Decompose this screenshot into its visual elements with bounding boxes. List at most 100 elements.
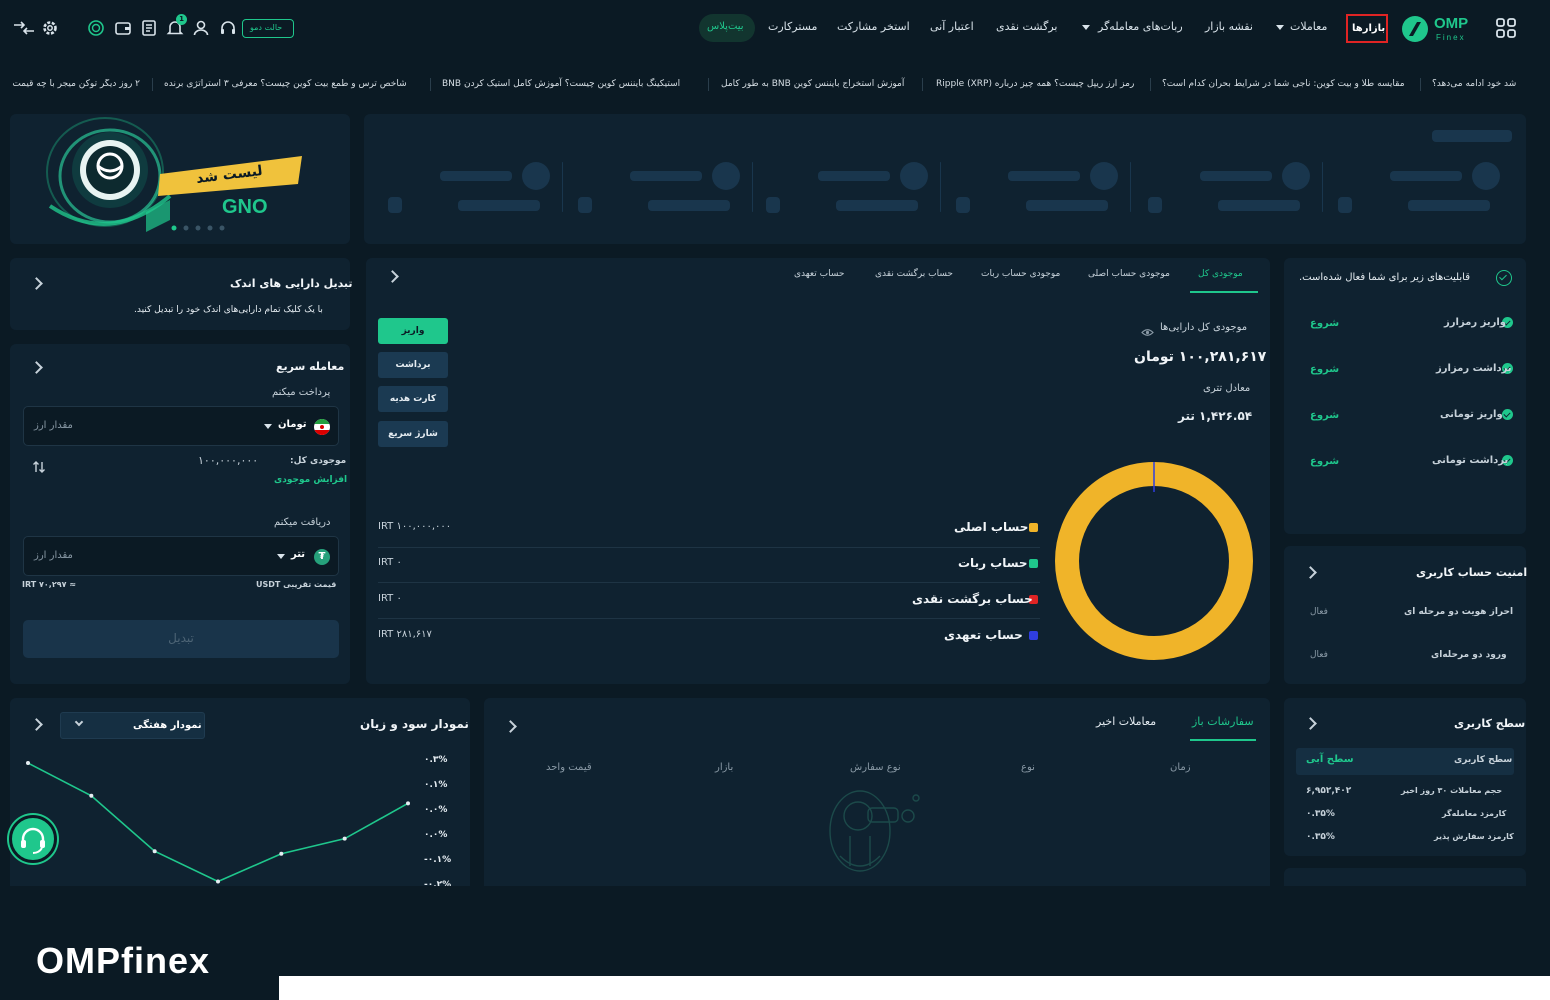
top-navbar: OMP Finex بازارها معاملات نقشه بازار ربا… xyxy=(0,0,1550,58)
ticker-separator xyxy=(922,78,923,91)
nav-market-map[interactable]: نقشه بازار xyxy=(1205,20,1253,33)
quick-charge-button[interactable]: شارژ سریع xyxy=(378,421,448,447)
chevron-left-icon[interactable] xyxy=(30,277,43,290)
level-header-row: سطح کاربری سطح آبی xyxy=(1296,748,1514,775)
skeleton-divider xyxy=(562,162,563,212)
nav-mastercard[interactable]: مسترکارت xyxy=(768,20,817,33)
user-icon[interactable] xyxy=(192,19,210,37)
convert-button[interactable]: تبدیل xyxy=(23,620,339,658)
ticker-item[interactable]: آموزش استخراج بایننس کوین BNB به طور کام… xyxy=(721,79,904,89)
nav-trades[interactable]: معاملات xyxy=(1290,20,1327,33)
support-chat-button[interactable] xyxy=(9,815,57,863)
pay-amount-field[interactable]: مقدار ارز تومان xyxy=(23,406,339,446)
orders-list-icon[interactable] xyxy=(140,19,158,37)
demo-mode-button[interactable]: حالت دمو xyxy=(242,19,294,38)
support-headset-icon[interactable] xyxy=(219,19,237,37)
receive-amount-field[interactable]: مقدار ارز ₮ تتر xyxy=(23,536,339,576)
pnl-data-point[interactable] xyxy=(279,851,284,856)
increase-balance-link[interactable]: افزایش موجودی xyxy=(274,475,347,485)
tab-total-balance[interactable]: موجودی کل xyxy=(1198,269,1243,279)
account-value: ۰ IRT xyxy=(378,593,402,604)
tab-main-account[interactable]: موجودی حساب اصلی xyxy=(1088,269,1170,279)
skeleton-bar xyxy=(836,200,918,211)
nav-cashback[interactable]: برگشت نقدی xyxy=(996,20,1058,33)
settings-gear-icon[interactable] xyxy=(41,19,59,37)
pnl-data-point[interactable] xyxy=(89,793,94,798)
ticker-item[interactable]: مقایسه طلا و بیت کوین: ناجی شما در شرایط… xyxy=(1162,79,1405,89)
y-tick-label: ۰.۰% xyxy=(424,830,447,840)
pnl-line-chart: ۰.۳%۰.۱%۰.۰%۰.۰%-۰.۱%-۰.۲% xyxy=(26,755,451,886)
pnl-data-point[interactable] xyxy=(26,761,30,766)
tab-cashback-account[interactable]: حساب برگشت نقدی xyxy=(875,269,953,279)
listing-coin-name: GNO xyxy=(222,196,268,218)
nav-bitplus-label: بیت‌پلاس xyxy=(707,21,744,32)
feature-start-link[interactable]: شروع xyxy=(1310,318,1339,329)
chevron-left-icon[interactable] xyxy=(1304,566,1317,579)
security-title: امنیت حساب کاربری xyxy=(1416,566,1528,579)
eye-icon[interactable] xyxy=(1141,322,1154,336)
notification-bell-icon[interactable]: 1 xyxy=(166,14,187,37)
tab-commitment-account[interactable]: حساب تعهدی xyxy=(794,269,844,279)
pnl-data-point[interactable] xyxy=(152,849,157,854)
pnl-data-point[interactable] xyxy=(406,801,410,806)
gift-card-button[interactable]: کارت هدیه xyxy=(378,386,448,412)
balance-label: موجودی کل: xyxy=(290,456,347,466)
skeleton-bar xyxy=(1432,130,1512,142)
ticker-separator xyxy=(1150,78,1151,91)
listing-banner[interactable]: لیست شد GNO xyxy=(10,114,350,244)
feature-start-link[interactable]: شروع xyxy=(1310,456,1339,467)
receive-currency[interactable]: تتر xyxy=(291,549,305,560)
headset-icon xyxy=(21,827,45,854)
pay-currency[interactable]: تومان xyxy=(278,419,307,430)
security-item-status: فعال xyxy=(1310,650,1328,660)
chevron-left-icon[interactable] xyxy=(1304,717,1317,730)
ticker-item[interactable]: شاخص ترس و طمع بیت کوین چیست؟ معرفی ۳ اس… xyxy=(164,79,407,89)
chevron-left-icon[interactable] xyxy=(504,720,517,733)
feature-start-link[interactable]: شروع xyxy=(1310,364,1339,375)
bots-caret-icon xyxy=(1082,25,1090,30)
skeleton-coin-circle xyxy=(900,162,928,190)
deposit-button[interactable]: واریز xyxy=(378,318,448,344)
wallet-icon[interactable] xyxy=(114,19,132,37)
pnl-data-point[interactable] xyxy=(342,836,347,841)
ticker-separator xyxy=(152,78,153,91)
ticker-separator xyxy=(430,78,431,91)
account-value: ۱۰۰,۰۰۰,۰۰۰ IRT xyxy=(378,521,452,532)
pnl-data-point[interactable] xyxy=(216,879,220,884)
skeleton-bar xyxy=(1338,197,1352,213)
chevron-left-icon[interactable] xyxy=(386,270,399,283)
nav-staking-pool[interactable]: استخر مشارکت xyxy=(837,20,910,33)
nav-trader-bots[interactable]: ربات‌های معامله‌گر xyxy=(1098,20,1183,33)
skeleton-bar xyxy=(1008,171,1080,181)
apps-grid-icon[interactable] xyxy=(1496,18,1516,38)
user-level-card: سطح کاربری سطح کاربری سطح آبی حجم معاملا… xyxy=(1284,698,1526,856)
currency-switch-icon[interactable] xyxy=(12,19,36,37)
chevron-left-icon[interactable] xyxy=(30,361,43,374)
nav-markets-button[interactable]: بازارها xyxy=(1346,14,1388,43)
currency-caret-icon[interactable] xyxy=(277,554,285,559)
tab-recent-trades[interactable]: معاملات اخیر xyxy=(1096,715,1156,728)
feature-label: واریز تومانی xyxy=(1440,409,1503,420)
speed-gauge-icon[interactable] xyxy=(87,19,105,37)
ticker-item[interactable]: ۲ روز دیگر توکن میجر با چه قیمت xyxy=(8,79,140,89)
tab-open-orders[interactable]: سفارشات باز xyxy=(1192,715,1254,728)
feature-start-link[interactable]: شروع xyxy=(1310,410,1339,421)
column-header: قیمت واحد xyxy=(546,762,592,773)
currency-caret-icon[interactable] xyxy=(264,424,272,429)
quick-trade-card: معامله سریع پرداخت میکنم مقدار ارز تومان… xyxy=(10,344,350,684)
level-row-label: حجم معاملات ۳۰ روز اخیر xyxy=(1401,786,1503,795)
ticker-item[interactable]: شد خود ادامه می‌دهد؟ xyxy=(1432,79,1516,89)
ticker-item[interactable]: رمز ارز ریپل چیست؟ همه چیز درباره (Rippl… xyxy=(936,79,1134,89)
skeleton-bar xyxy=(766,197,780,213)
ticker-item[interactable]: استیکینگ بایننس کوین چیست؟ آموزش کامل اس… xyxy=(442,79,680,89)
omp-logo[interactable]: OMP Finex xyxy=(1400,12,1480,46)
withdraw-button[interactable]: برداشت xyxy=(378,352,448,378)
convert-button-label: تبدیل xyxy=(168,631,194,645)
swap-arrows-icon[interactable] xyxy=(32,459,46,473)
nav-instant-credit[interactable]: اعتبار آنی xyxy=(930,20,974,33)
nav-bitplus-pill[interactable]: بیت‌پلاس xyxy=(699,14,755,42)
tab-bot-account[interactable]: موجودی حساب ربات xyxy=(981,269,1060,279)
skeleton-coin-circle xyxy=(712,162,740,190)
skeleton-divider xyxy=(940,162,941,212)
iran-flag-icon xyxy=(314,419,330,435)
